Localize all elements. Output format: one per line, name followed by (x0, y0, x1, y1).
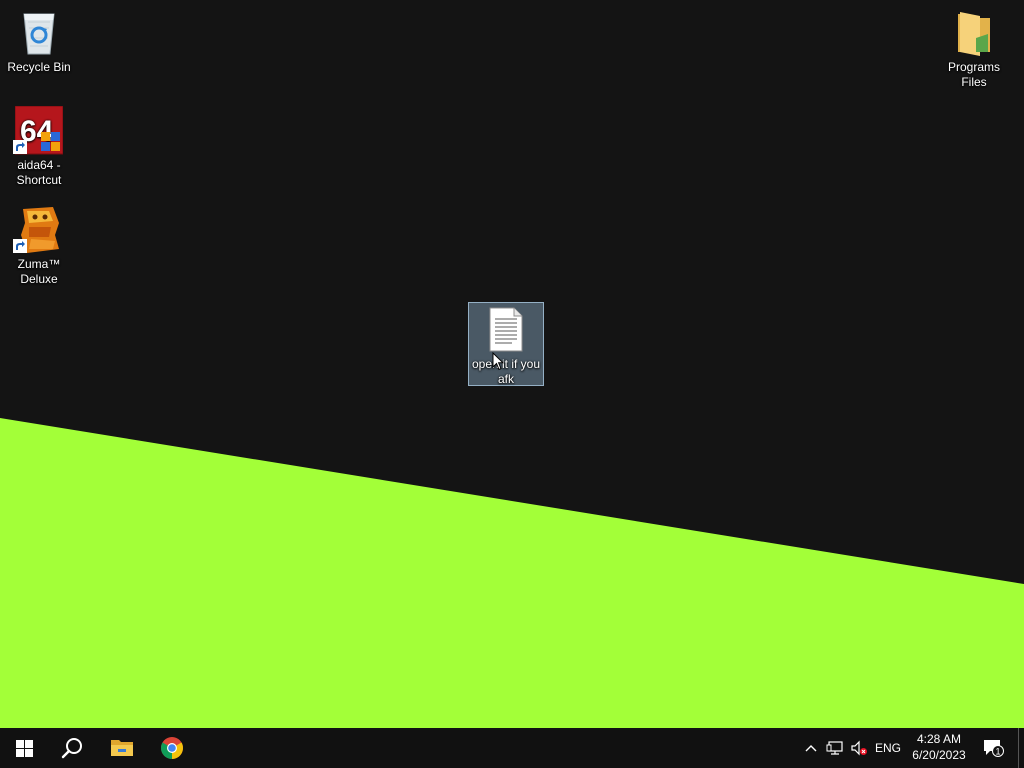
desktop-icon-label: Zuma™ Deluxe (17, 257, 61, 286)
desktop-icon-text-file[interactable]: open it if you afk (468, 302, 544, 386)
volume-muted-icon (851, 740, 867, 756)
search-icon (61, 738, 82, 759)
chevron-up-icon (805, 745, 817, 752)
zuma-icon (13, 205, 63, 255)
file-explorer-icon (111, 740, 133, 756)
desktop-icon-label: Programs Files (947, 60, 1000, 89)
taskbar: ENG 4:28 AM 6/20/2023 1 (0, 728, 1024, 768)
network-icon (826, 741, 843, 755)
notification-icon: 1 (984, 740, 1004, 757)
notification-count: 1 (995, 747, 1000, 757)
recycle-bin-icon (15, 8, 63, 58)
desktop-icon-aida64-shortcut[interactable]: 64 aida64 - Shortcut (1, 104, 77, 191)
desktop-icon-recycle-bin[interactable]: Recycle Bin (1, 6, 77, 78)
shortcut-arrow-icon (13, 140, 27, 154)
desktop-icon-label: open it if you afk (471, 357, 541, 386)
text-document-icon (482, 305, 530, 355)
tray-volume[interactable] (848, 728, 870, 768)
search-button[interactable] (48, 728, 96, 768)
desktop-icon-zuma-deluxe[interactable]: Zuma™ Deluxe (1, 203, 77, 290)
aida64-icon: 64 (13, 105, 64, 156)
desktop-icon-label: aida64 - Shortcut (16, 158, 62, 187)
tray-show-hidden-icons[interactable] (800, 728, 822, 768)
tray-clock[interactable]: 4:28 AM 6/20/2023 (906, 731, 972, 763)
tray-language[interactable]: ENG (872, 728, 904, 768)
taskbar-file-explorer[interactable] (98, 728, 146, 768)
show-desktop-button[interactable] (1018, 728, 1024, 768)
tray-network[interactable] (824, 728, 846, 768)
windows-logo-icon (15, 739, 33, 757)
clock-date: 6/20/2023 (912, 748, 966, 762)
action-center-button[interactable]: 1 (980, 728, 1006, 768)
shortcut-arrow-icon (13, 239, 27, 253)
desktop-icon-programs-files[interactable]: Programs Files (936, 6, 1012, 93)
desktop-icon-label: Recycle Bin (7, 60, 71, 74)
taskbar-chrome[interactable] (148, 728, 196, 768)
chrome-icon (161, 737, 183, 759)
start-button[interactable] (0, 728, 48, 768)
clock-time: 4:28 AM (916, 732, 962, 746)
folder-icon (950, 8, 998, 58)
desktop[interactable]: Recycle Bin 64 aida64 - Shortcut Zuma™ D… (0, 0, 1024, 728)
